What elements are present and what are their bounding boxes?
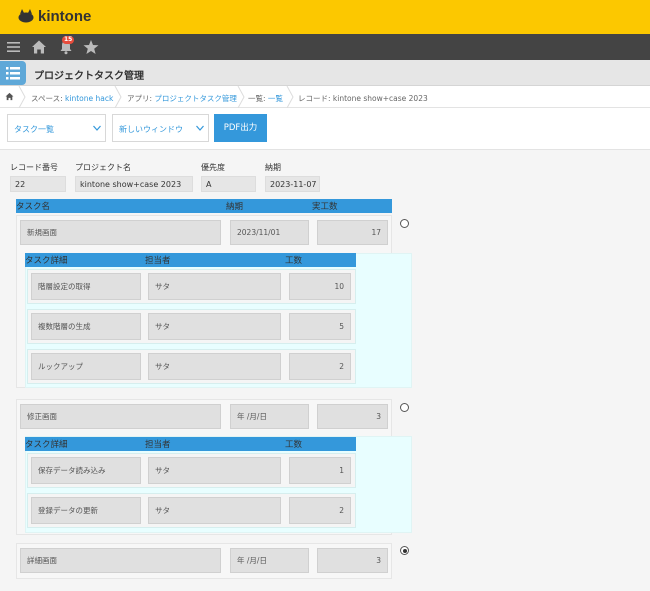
task-deadline-input[interactable]: 年 /月/日	[230, 404, 309, 429]
task-row-radio[interactable]	[400, 219, 409, 228]
breadcrumb-app-prefix: アプリ:	[127, 94, 155, 103]
breadcrumb-space-link[interactable]: kintone hack	[65, 94, 113, 103]
breadcrumb-separator-icon	[18, 86, 26, 108]
breadcrumb: スペース: kintone hack アプリ: プロジェクトタスク管理 一覧: …	[0, 86, 650, 108]
task-hours-cell: 17	[317, 220, 388, 245]
breadcrumb-space[interactable]: スペース: kintone hack	[31, 93, 113, 104]
task-table-header: タスク名 納期 実工数	[16, 199, 392, 213]
menu-icon[interactable]	[6, 39, 22, 55]
chevron-down-icon	[196, 125, 204, 131]
subtask-detail-cell: ルックアップ	[31, 353, 141, 380]
task-hours-cell: 3	[317, 548, 388, 573]
breadcrumb-list-link[interactable]: 一覧	[268, 94, 283, 103]
kintone-cat-logo-icon[interactable]	[18, 9, 34, 23]
subtask-hours-cell: 2	[289, 497, 351, 524]
subtask-assignee-header: 担当者	[145, 440, 171, 450]
subtask-table-header: タスク詳細 担当者 工数	[25, 253, 356, 267]
deadline-value: 2023-11-07	[265, 176, 320, 192]
breadcrumb-separator-icon	[114, 86, 122, 108]
breadcrumb-space-prefix: スペース:	[31, 94, 66, 103]
breadcrumb-separator-icon	[237, 86, 245, 108]
project-name-value: kintone show+case 2023	[75, 176, 193, 192]
window-select-value: 新しいウィンドウ	[119, 125, 183, 134]
breadcrumb-app-link[interactable]: プロジェクトタスク管理	[154, 94, 237, 103]
task-name-cell: 新規画面	[20, 220, 221, 245]
notification-count-badge: 15	[62, 36, 75, 44]
task-row-radio-selected[interactable]	[400, 546, 409, 555]
subtask-detail-cell: 保存データ読み込み	[31, 457, 141, 484]
priority-value: A	[201, 176, 256, 192]
subtask-hours-cell: 1	[289, 457, 351, 484]
subtask-assignee-cell: サタ	[148, 313, 281, 340]
list-icon	[6, 67, 20, 80]
breadcrumb-list[interactable]: 一覧: 一覧	[248, 93, 283, 104]
subtask-hours-cell: 5	[289, 313, 351, 340]
pdf-export-button[interactable]: PDF出力	[214, 114, 267, 142]
home-icon[interactable]	[5, 92, 14, 101]
project-name-label: プロジェクト名	[75, 163, 131, 172]
home-icon[interactable]	[31, 39, 47, 55]
subtask-hours-header: 工数	[285, 440, 303, 450]
task-hours-header: 実工数	[312, 202, 338, 212]
subtask-detail-header: タスク詳細	[25, 256, 68, 266]
record-no-label: レコード番号	[10, 163, 58, 172]
subtask-assignee-cell: サタ	[148, 273, 281, 300]
record-no-value: 22	[10, 176, 66, 192]
breadcrumb-list-prefix: 一覧:	[248, 94, 268, 103]
subtask-detail-cell: 階層設定の取得	[31, 273, 141, 300]
breadcrumb-separator-icon	[286, 86, 294, 108]
task-deadline-input[interactable]: 年 /月/日	[230, 548, 309, 573]
subtask-hours-cell: 10	[289, 273, 351, 300]
subtask-detail-cell: 登録データの更新	[31, 497, 141, 524]
task-deadline-cell: 2023/11/01	[230, 220, 309, 245]
task-name-header: タスク名	[16, 202, 51, 212]
app-icon[interactable]	[0, 61, 26, 85]
app-title: プロジェクトタスク管理	[34, 71, 144, 82]
priority-label: 優先度	[201, 163, 225, 172]
task-name-cell: 修正画面	[20, 404, 221, 429]
task-hours-cell: 3	[317, 404, 388, 429]
subtask-detail-cell: 複数階層の生成	[31, 313, 141, 340]
subtask-assignee-cell: サタ	[148, 497, 281, 524]
subtask-assignee-header: 担当者	[145, 256, 171, 266]
subtask-hours-header: 工数	[285, 256, 303, 266]
subtask-assignee-cell: サタ	[148, 353, 281, 380]
star-icon[interactable]	[83, 39, 99, 55]
task-deadline-header: 納期	[226, 202, 244, 212]
view-select[interactable]: タスク一覧	[7, 114, 106, 142]
task-row-radio[interactable]	[400, 403, 409, 412]
brand-name[interactable]: kintone	[38, 8, 91, 25]
brand-header	[0, 0, 650, 34]
window-select[interactable]: 新しいウィンドウ	[112, 114, 209, 142]
chevron-down-icon	[93, 125, 101, 131]
subtask-table-header: タスク詳細 担当者 工数	[25, 437, 356, 451]
subtask-detail-header: タスク詳細	[25, 440, 68, 450]
deadline-label: 納期	[265, 163, 281, 172]
breadcrumb-record: レコード: kintone show+case 2023	[298, 94, 428, 103]
breadcrumb-app[interactable]: アプリ: プロジェクトタスク管理	[127, 93, 237, 104]
view-select-value: タスク一覧	[14, 125, 54, 134]
task-name-cell: 詳細画面	[20, 548, 221, 573]
subtask-assignee-cell: サタ	[148, 457, 281, 484]
subtask-hours-cell: 2	[289, 353, 351, 380]
